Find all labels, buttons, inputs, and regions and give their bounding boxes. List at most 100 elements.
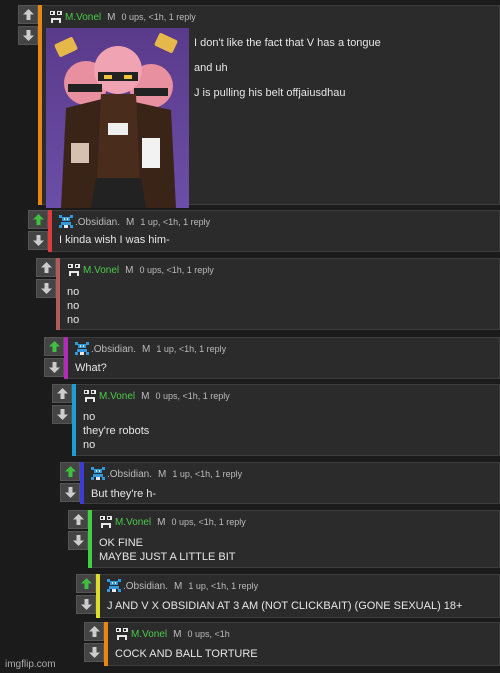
username-link[interactable]: .Obsidian.	[75, 217, 120, 228]
comment-header: .Obsidian. M 1 up, <1h, 1 reply	[59, 215, 210, 229]
downvote-button[interactable]	[52, 405, 72, 424]
upvote-button[interactable]	[60, 462, 80, 481]
comment-text-line: no	[67, 300, 80, 312]
upvote-button[interactable]	[76, 574, 96, 593]
thread-accent-bar	[38, 5, 42, 205]
downvote-button[interactable]	[36, 279, 56, 298]
downvote-arrow-icon	[22, 30, 34, 41]
comment-card: .Obsidian. M 1 up, <1h, 1 reply But they're…	[80, 462, 500, 504]
comment-header: .Obsidian. M 1 up, <1h, 1 reply	[75, 342, 226, 356]
upvote-arrow-icon	[22, 9, 34, 20]
upvote-arrow-icon	[80, 578, 92, 589]
comment-meta: 0 ups, <1h, 1 reply	[171, 517, 246, 527]
upvote-button[interactable]	[36, 258, 56, 277]
comment-card: M.Vonel M 0 ups, <1h, 1 reply no they're rob…	[72, 384, 500, 456]
pixel-avatar-icon	[107, 579, 121, 592]
comment-image[interactable]	[46, 28, 189, 208]
comment-card: .Obsidian. M 1 up, <1h, 1 reply J AND V X O…	[96, 574, 500, 618]
username-link[interactable]: M.Vonel	[131, 629, 167, 640]
comment-text-line: I don't like the fact that V has a tongu…	[194, 37, 381, 49]
comment-body: no they're robots no	[83, 410, 149, 452]
vote-controls	[60, 462, 80, 502]
meme-face-icon	[49, 10, 63, 24]
comment-text-line: no	[67, 314, 80, 326]
downvote-arrow-icon	[40, 283, 52, 294]
thread-accent-bar	[48, 210, 52, 252]
downvote-button[interactable]	[44, 358, 64, 377]
mod-badge: M	[125, 264, 134, 276]
vote-controls	[76, 574, 96, 614]
upvote-button[interactable]	[44, 337, 64, 356]
comment: .Obsidian. M 1 up, <1h, 1 reply What?	[44, 337, 500, 379]
comment-meta: 1 up, <1h, 1 reply	[156, 344, 227, 354]
downvote-button[interactable]	[28, 231, 48, 250]
username-link[interactable]: .Obsidian.	[91, 344, 136, 355]
comment-text-line: COCK AND BALL TORTURE	[115, 648, 258, 660]
thread-accent-bar	[96, 574, 100, 618]
comment-body: What?	[75, 361, 107, 375]
downvote-arrow-icon	[32, 235, 44, 246]
upvote-button[interactable]	[52, 384, 72, 403]
vote-controls	[28, 210, 48, 250]
mod-badge: M	[158, 468, 167, 480]
downvote-arrow-icon	[88, 647, 100, 658]
username-link[interactable]: M.Vonel	[83, 265, 119, 276]
upvote-button[interactable]	[84, 622, 104, 641]
username-link[interactable]: M.Vonel	[65, 12, 101, 23]
upvote-arrow-icon	[40, 262, 52, 273]
upvote-button[interactable]	[68, 510, 88, 529]
meme-face-icon	[115, 627, 129, 641]
username-link[interactable]: .Obsidian.	[107, 469, 152, 480]
upvote-arrow-icon	[56, 388, 68, 399]
comment: M.Vonel M 0 ups, <1h COCK AND BALL TORTURE	[84, 622, 500, 666]
downvote-button[interactable]	[60, 483, 80, 502]
downvote-button[interactable]	[84, 643, 104, 662]
username-link[interactable]: .Obsidian.	[123, 581, 168, 592]
comment-body: COCK AND BALL TORTURE	[115, 647, 258, 661]
upvote-arrow-icon	[64, 466, 76, 477]
upvote-button[interactable]	[28, 210, 48, 229]
meme-face-icon	[83, 389, 97, 403]
vote-controls	[68, 510, 88, 550]
downvote-arrow-icon	[80, 599, 92, 610]
vote-controls	[18, 5, 38, 45]
comment: M.Vonel M 0 ups, <1h, 1 reply OK FINE MAYBE …	[68, 510, 500, 568]
comment-body: I don't like the fact that V has a tongu…	[194, 36, 381, 100]
mod-badge: M	[173, 628, 182, 640]
mod-badge: M	[107, 11, 116, 23]
comment-meta: 1 up, <1h, 1 reply	[140, 217, 211, 227]
comment-text-line: I kinda wish I was him-	[59, 234, 170, 246]
mod-badge: M	[142, 343, 151, 355]
upvote-button[interactable]	[18, 5, 38, 24]
thread-accent-bar	[72, 384, 76, 456]
downvote-button[interactable]	[76, 595, 96, 614]
comment-header: M.Vonel M 0 ups, <1h, 1 reply	[99, 515, 246, 529]
upvote-arrow-icon	[48, 341, 60, 352]
mod-badge: M	[157, 516, 166, 528]
comment: .Obsidian. M 1 up, <1h, 1 reply But they're…	[60, 462, 500, 504]
downvote-arrow-icon	[64, 487, 76, 498]
comment-header: M.Vonel M 0 ups, <1h, 1 reply	[49, 10, 196, 24]
username-link[interactable]: M.Vonel	[99, 391, 135, 402]
comment-card: M.Vonel M 0 ups, <1h, 1 reply OK FINE MAYBE …	[88, 510, 500, 568]
comment-body: OK FINE MAYBE JUST A LITTLE BIT	[99, 536, 236, 564]
anime-robots-image	[46, 28, 189, 208]
meme-face-icon	[99, 515, 113, 529]
downvote-button[interactable]	[18, 26, 38, 45]
thread-accent-bar	[104, 622, 108, 666]
mod-badge: M	[174, 580, 183, 592]
upvote-arrow-icon	[72, 514, 84, 525]
comment-thread: M.Vonel M 0 ups, <1h, 1 reply I don't like …	[0, 0, 500, 673]
username-link[interactable]: M.Vonel	[115, 517, 151, 528]
vote-controls	[44, 337, 64, 377]
comment-body: J AND V X OBSIDIAN AT 3 AM (NOT CLICKBAI…	[107, 599, 462, 613]
mod-badge: M	[126, 216, 135, 228]
downvote-button[interactable]	[68, 531, 88, 550]
comment-card: .Obsidian. M 1 up, <1h, 1 reply I kinda wis…	[48, 210, 500, 252]
meme-face-icon	[67, 263, 81, 277]
pixel-avatar-icon	[75, 342, 89, 355]
downvote-arrow-icon	[72, 535, 84, 546]
comment-card: .Obsidian. M 1 up, <1h, 1 reply What?	[64, 337, 500, 379]
comment: M.Vonel M 0 ups, <1h, 1 reply I don't like …	[18, 5, 500, 208]
comment-header: M.Vonel M 0 ups, <1h	[115, 627, 230, 641]
